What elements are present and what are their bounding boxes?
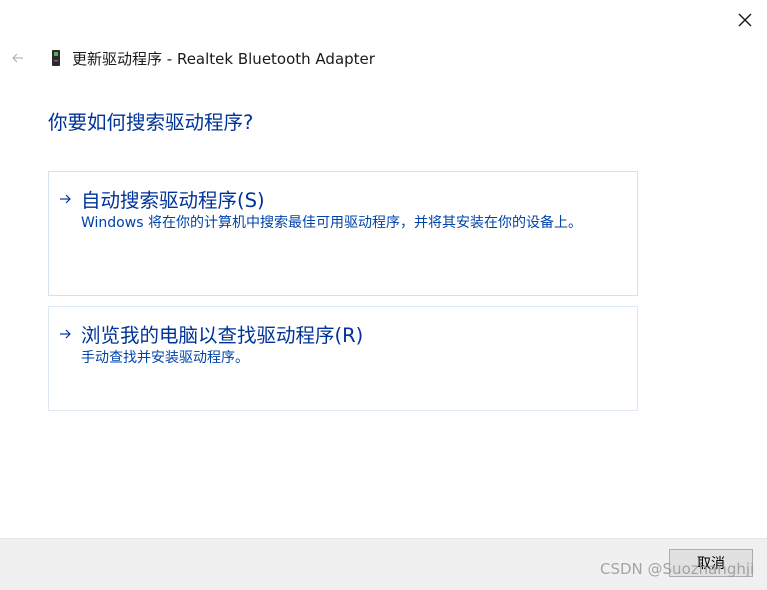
option-title: 自动搜索驱动程序(S) [81,189,265,212]
option-title-row: 自动搜索驱动程序(S) [57,184,265,213]
option-title: 浏览我的电脑以查找驱动程序(R) [81,324,364,347]
footer-bar [0,538,767,590]
back-arrow-icon [12,53,23,63]
close-button[interactable] [733,9,757,31]
right-arrow-icon [57,324,73,344]
auto-search-driver-option[interactable]: 自动搜索驱动程序(S) Windows 将在你的计算机中搜索最佳可用驱动程序，并… [48,171,638,296]
cancel-button[interactable]: 取消 [669,549,753,577]
back-button[interactable] [7,48,29,68]
page-heading: 你要如何搜索驱动程序? [48,111,254,134]
option-description: 手动查找并安装驱动程序。 [81,350,249,366]
close-icon [738,13,752,27]
window-title: 更新驱动程序 - Realtek Bluetooth Adapter [72,49,375,68]
right-arrow-icon [57,189,73,209]
option-description: Windows 将在你的计算机中搜索最佳可用驱动程序，并将其安装在你的设备上。 [81,215,582,231]
title-bar: 更新驱动程序 - Realtek Bluetooth Adapter [48,46,375,70]
bluetooth-device-icon [48,48,64,68]
update-driver-dialog: 更新驱动程序 - Realtek Bluetooth Adapter 你要如何搜… [0,0,767,590]
option-title-row: 浏览我的电脑以查找驱动程序(R) [57,319,363,348]
browse-computer-driver-option[interactable]: 浏览我的电脑以查找驱动程序(R) 手动查找并安装驱动程序。 [48,306,638,411]
